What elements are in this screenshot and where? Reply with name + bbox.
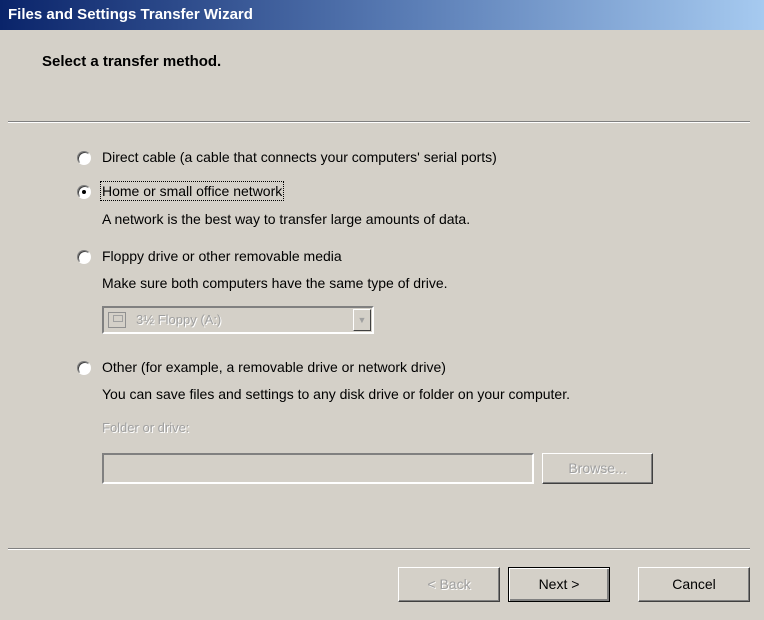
wizard-header: Select a transfer method. (0, 30, 764, 122)
other-description: You can save files and settings to any d… (102, 386, 570, 402)
radio-label-other[interactable]: Other (for example, a removable drive or… (102, 359, 446, 375)
window-title: Files and Settings Transfer Wizard (8, 6, 253, 23)
radio-home-network[interactable] (77, 185, 91, 199)
folder-label: Folder or drive: (102, 420, 190, 435)
footer-separator (8, 548, 750, 550)
home-network-description: A network is the best way to transfer la… (102, 211, 471, 227)
radio-selected-dot (82, 190, 86, 194)
back-button[interactable]: < Back (398, 567, 500, 602)
title-bar: Files and Settings Transfer Wizard (0, 0, 764, 30)
floppy-drive-value: 3½ Floppy (A:) (136, 312, 222, 327)
radio-floppy[interactable] (77, 250, 91, 264)
cancel-button[interactable]: Cancel (638, 567, 750, 602)
chevron-down-icon[interactable]: ▼ (353, 309, 371, 331)
cancel-button-label: Cancel (672, 576, 716, 592)
radio-label-floppy[interactable]: Floppy drive or other removable media (102, 248, 342, 264)
floppy-drive-icon (108, 312, 126, 328)
radio-label-home-network[interactable]: Home or small office network (99, 181, 285, 201)
header-separator (8, 121, 750, 123)
floppy-drive-select[interactable]: 3½ Floppy (A:) ▼ (102, 306, 374, 334)
next-button-label: Next > (538, 576, 580, 592)
browse-button-label: Browse... (568, 460, 627, 476)
next-button[interactable]: Next > (508, 567, 610, 602)
radio-direct-cable[interactable] (77, 151, 91, 165)
folder-input[interactable] (102, 453, 534, 484)
radio-label-direct-cable[interactable]: Direct cable (a cable that connects your… (102, 149, 497, 165)
floppy-description: Make sure both computers have the same t… (102, 275, 448, 291)
back-button-label: < Back (427, 576, 471, 592)
radio-other[interactable] (77, 361, 91, 375)
browse-button[interactable]: Browse... (542, 453, 653, 484)
page-title: Select a transfer method. (42, 53, 222, 70)
